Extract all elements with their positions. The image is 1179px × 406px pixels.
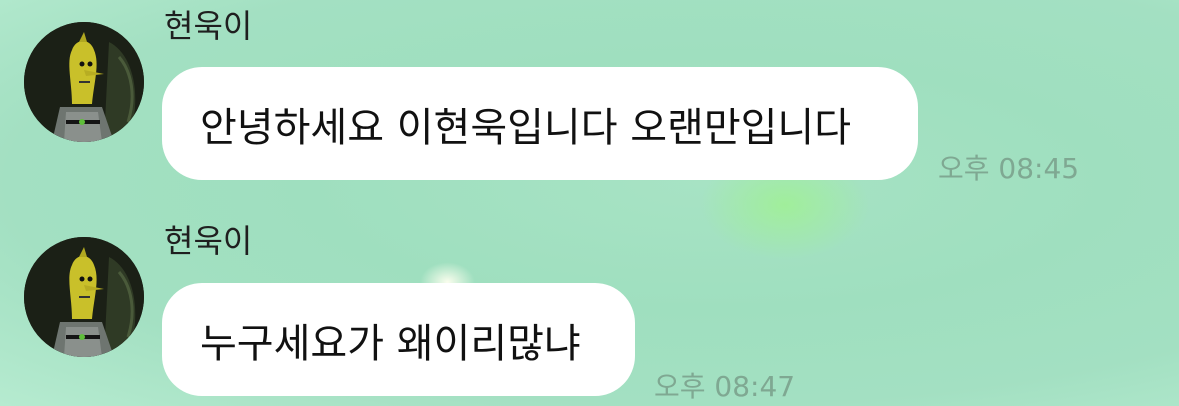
chat-message: 현욱이 안녕하세요 이현욱입니다 오랜만입니다 오후 08:45 xyxy=(0,0,1179,195)
sender-name: 현욱이 xyxy=(164,7,253,45)
avatar[interactable] xyxy=(24,237,144,357)
message-bubble[interactable]: 누구세요가 왜이리많냐 xyxy=(162,283,635,396)
avatar[interactable] xyxy=(24,22,144,142)
message-time: 오후 08:47 xyxy=(654,370,796,403)
message-bubble[interactable]: 안녕하세요 이현욱입니다 오랜만입니다 xyxy=(162,67,918,180)
lemongrab-avatar-icon xyxy=(24,22,144,142)
message-time: 오후 08:45 xyxy=(938,152,1080,185)
chat-message: 현욱이 누구세요가 왜이리많냐 오후 08:47 xyxy=(0,215,1179,406)
sender-name: 현욱이 xyxy=(164,222,253,260)
lemongrab-avatar-icon xyxy=(24,237,144,357)
